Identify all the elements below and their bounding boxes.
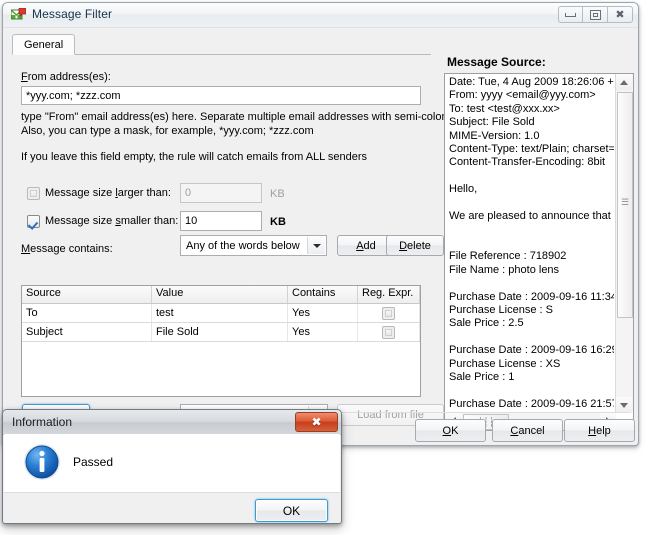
window-controls: ✖ <box>558 6 633 23</box>
column-header-value[interactable]: Value <box>152 286 288 303</box>
dialog-message: Passed <box>73 455 114 469</box>
table-row[interactable]: Subject File Sold Yes <box>22 323 420 342</box>
arrow-down-icon <box>620 402 628 408</box>
ok-button-label: OK <box>442 424 459 437</box>
message-contains-label-rest: essage contains: <box>30 243 113 255</box>
size-larger-label-a: Message size <box>45 187 116 199</box>
close-icon: ✖ <box>615 8 625 21</box>
dialog-footer: OK <box>4 493 340 522</box>
message-filter-window: Message Filter ✖ General From address(es… <box>2 2 639 446</box>
from-address-label-mnemonic: F <box>21 71 28 83</box>
info-icon <box>23 443 61 481</box>
size-smaller-label-a: Message size <box>45 215 116 227</box>
dialog-title: Information <box>12 415 73 429</box>
column-header-contains[interactable]: Contains <box>288 286 358 303</box>
size-smaller-unit: KB <box>270 216 286 228</box>
chevron-down-icon[interactable] <box>307 237 325 254</box>
size-larger-unit: KB <box>270 188 285 200</box>
message-source-panel[interactable]: Date: Tue, 4 Aug 2009 18:26:06 +0200 Fro… <box>444 73 634 431</box>
size-larger-label-b: arger than: <box>117 187 171 199</box>
cell-source: Subject <box>22 323 152 341</box>
cell-contains: Yes <box>288 304 358 322</box>
cell-value: test <box>152 304 288 322</box>
cell-contains: Yes <box>288 323 358 341</box>
delete-button[interactable]: Delete <box>386 235 444 256</box>
help-line-2: Also, you can type a mask, for example, … <box>21 125 314 137</box>
regexpr-checkbox[interactable] <box>382 325 395 339</box>
regexpr-checkbox[interactable] <box>382 306 395 320</box>
minimize-button[interactable] <box>558 6 583 23</box>
size-larger-value: 0 <box>185 187 192 199</box>
help-line-3: If you leave this field empty, the rule … <box>21 151 368 163</box>
scroll-grip-icon: ☰ <box>620 197 630 207</box>
size-smaller-checkbox[interactable] <box>27 215 40 228</box>
cell-regexpr <box>358 323 420 341</box>
close-button[interactable]: ✖ <box>608 6 633 23</box>
cancel-button-label: Cancel <box>510 424 545 437</box>
vertical-scrollbar[interactable]: ☰ <box>615 74 633 413</box>
from-address-input[interactable]: *yyy.com; *zzz.com <box>21 86 421 105</box>
minimize-icon <box>565 12 576 17</box>
cell-regexpr <box>358 304 420 322</box>
tab-strip: General <box>12 34 431 55</box>
scroll-down-button[interactable] <box>616 397 632 413</box>
size-smaller-input[interactable]: 10 <box>180 211 262 231</box>
tab-general[interactable]: General <box>12 34 76 55</box>
message-contains-value: Any of the words below <box>186 239 300 252</box>
maximize-button[interactable] <box>583 6 608 23</box>
column-header-source[interactable]: Source <box>22 286 152 303</box>
message-contains-label: Message contains: <box>21 243 113 255</box>
cell-source: To <box>22 304 152 322</box>
delete-button-label: Delete <box>399 239 431 252</box>
from-address-label: From address(es): <box>21 71 111 83</box>
message-source-title: Message Source: <box>447 55 546 69</box>
dialog-ok-label: OK <box>282 503 301 518</box>
arrow-up-icon <box>620 79 628 85</box>
size-larger-input[interactable]: 0 <box>180 183 262 203</box>
dialog-close-button[interactable]: ✖ <box>295 412 338 432</box>
from-address-value: *yyy.com; *zzz.com <box>26 89 121 102</box>
size-larger-label: Message size larger than: <box>45 187 171 199</box>
add-button-label: Add <box>356 239 376 252</box>
help-line-1: type "From" email address(es) here. Sepa… <box>21 111 457 123</box>
maximize-icon <box>589 9 601 20</box>
filter-rules-table[interactable]: Source Value Contains Reg. Expr. To test… <box>21 285 421 397</box>
message-source-text: Date: Tue, 4 Aug 2009 18:26:06 +0200 Fro… <box>449 76 614 412</box>
information-dialog: Information ✖ Passed OK <box>2 409 342 524</box>
column-header-regexpr[interactable]: Reg. Expr. <box>358 286 420 303</box>
dialog-ok-button[interactable]: OK <box>255 499 328 522</box>
size-smaller-label-b: maller than: <box>120 215 179 227</box>
title-bar[interactable]: Message Filter ✖ <box>3 3 638 28</box>
size-smaller-label: Message size smaller than: <box>45 215 178 227</box>
help-button[interactable]: Help <box>564 419 635 442</box>
size-larger-checkbox[interactable] <box>27 187 40 200</box>
message-contains-label-mnemonic: M <box>21 243 31 255</box>
window-body: General From address(es): *yyy.com; *zzz… <box>3 27 638 445</box>
vertical-scroll-thumb[interactable]: ☰ <box>617 92 633 318</box>
from-address-label-rest: rom address(es): <box>27 71 111 83</box>
cancel-button[interactable]: Cancel <box>492 419 563 442</box>
table-row[interactable]: To test Yes <box>22 304 420 323</box>
dialog-content: Passed <box>4 434 340 493</box>
table-header-row: Source Value Contains Reg. Expr. <box>22 286 420 304</box>
load-from-file-label: Load from file <box>357 409 424 421</box>
screen: Message Filter ✖ General From address(es… <box>0 0 645 535</box>
window-title: Message Filter <box>32 7 113 21</box>
size-smaller-value: 10 <box>185 215 198 227</box>
help-button-label: Help <box>588 424 611 437</box>
ok-button[interactable]: OK <box>415 419 486 442</box>
tab-general-label: General <box>24 38 64 51</box>
message-contains-select[interactable]: Any of the words below <box>180 235 327 256</box>
close-icon: ✖ <box>311 415 322 429</box>
scroll-up-button[interactable] <box>616 74 632 90</box>
cell-value: File Sold <box>152 323 288 341</box>
message-filter-icon <box>10 7 27 22</box>
dialog-title-bar[interactable]: Information ✖ <box>3 410 341 435</box>
